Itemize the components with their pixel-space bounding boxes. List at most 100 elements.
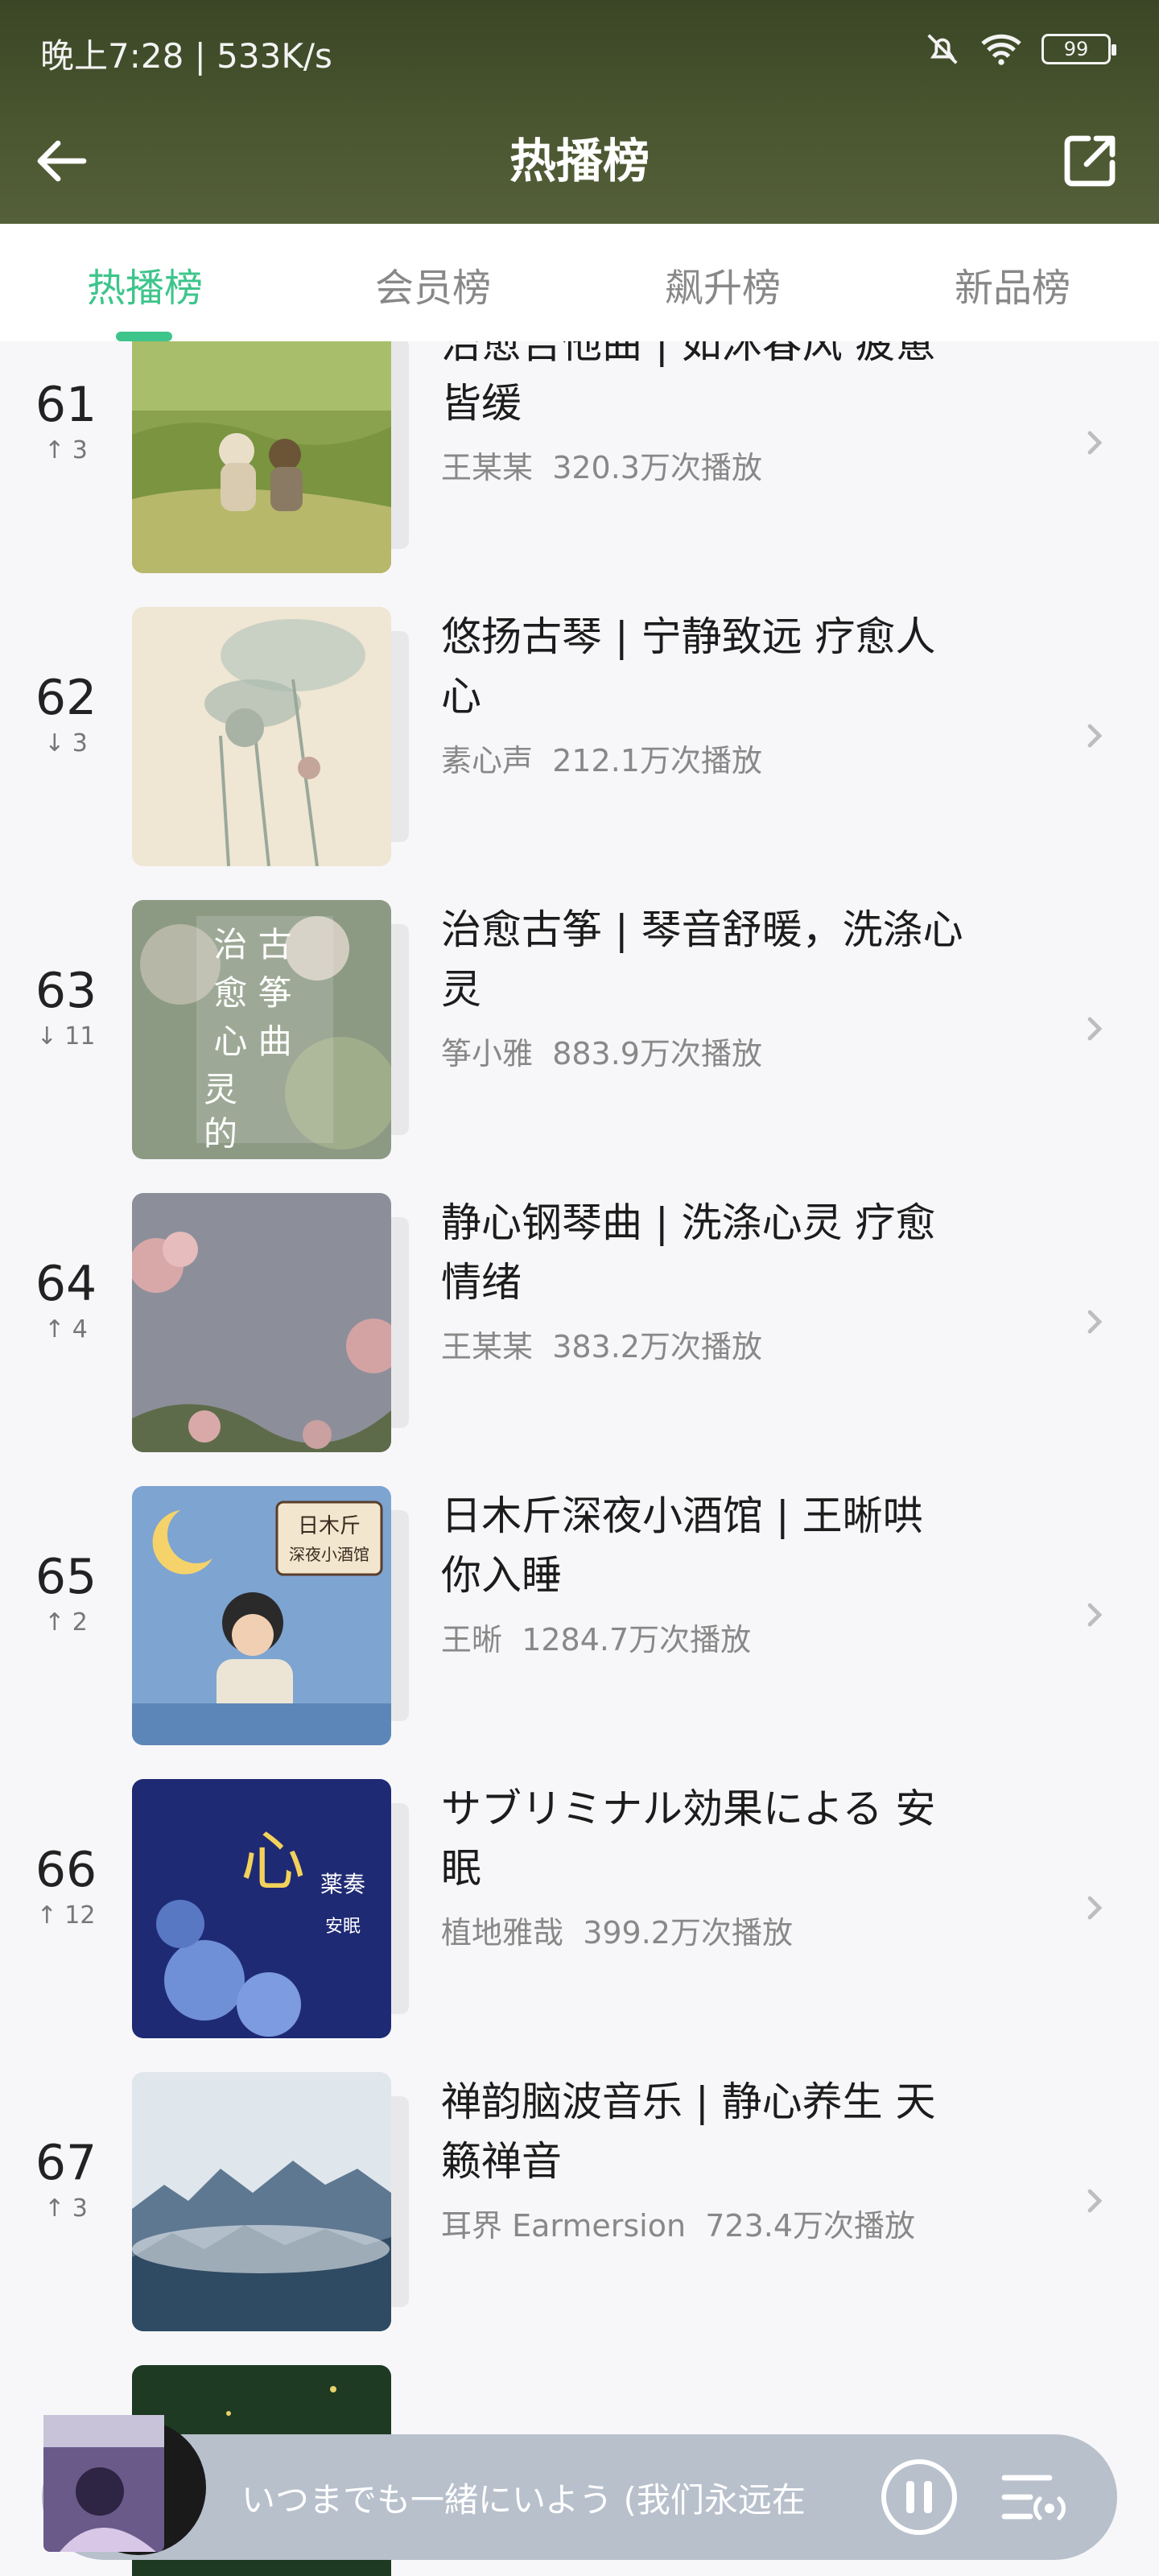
trend-indicator: ↑ 12 [36, 1901, 96, 1930]
svg-text:心 曲: 心 曲 [213, 1022, 291, 1061]
svg-text:日木斤: 日木斤 [298, 1514, 361, 1538]
song-title-line1: 静心钢琴曲 | 洗涤心灵 疗愈 [441, 1199, 936, 1246]
song-meta: 王某某 320.3万次播放 [441, 443, 762, 487]
song-title-line1: 日木斤深夜小酒馆 | 王晰哄 [441, 1492, 923, 1539]
svg-text:心: 心 [241, 1824, 305, 1899]
play-count: 723.4万次播放 [705, 2208, 916, 2244]
playlist-icon[interactable] [998, 2465, 1070, 2529]
rank-number: 61 [35, 377, 97, 433]
tab-bar: 热播榜 会员榜 飙升榜 新品榜 [0, 224, 1159, 341]
song-title-line2: 情绪 [441, 1259, 522, 1306]
artist-name: 素心声 [441, 743, 534, 778]
tab-hot[interactable]: 热播榜 [64, 256, 225, 312]
share-icon[interactable] [1058, 129, 1122, 193]
trend-indicator: ↓ 3 [44, 729, 88, 758]
rank-number: 64 [35, 1256, 97, 1312]
svg-text:深夜小酒馆: 深夜小酒馆 [289, 1545, 369, 1564]
song-meta: 植地雅哉 399.2万次播放 [441, 1908, 793, 1952]
svg-text:安眠: 安眠 [325, 1917, 361, 1937]
artist-name: 耳界 Earmersion [441, 2208, 687, 2244]
cover-image [132, 2072, 391, 2331]
cover-art [132, 1193, 414, 1452]
cover-image: 心 薬奏 安眠 [132, 1779, 391, 2038]
battery-level: 99 [1063, 38, 1089, 60]
trend-indicator: ↓ 11 [36, 1022, 96, 1051]
cover-image: 日木斤 深夜小酒馆 [132, 1486, 391, 1745]
play-count: 383.2万次播放 [552, 1329, 762, 1364]
status-time: 晚上7:28 | 533K/s [40, 36, 332, 76]
battery-indicator: 99 [1041, 34, 1116, 64]
tab-vip[interactable]: 会员榜 [353, 256, 514, 312]
song-title-line1: 悠扬古琴 | 宁静致远 疗愈人 [441, 613, 936, 660]
cover-image [132, 341, 391, 573]
cover-art: 治 古 愈 筝 心 曲 灵 的 [132, 900, 414, 1159]
chevron-right-icon [1087, 1017, 1103, 1041]
now-playing-title: いつまでも一緒にいよう (我们永远在 [241, 2480, 806, 2520]
list-item[interactable]: 61 ↑ 3 治愈吉他曲 | 如沐春风 疲惫 皆缓 王某某 320.3万次播放 [0, 341, 1159, 591]
song-meta: 王晰 1284.7万次播放 [441, 1615, 751, 1659]
cover-art [132, 341, 414, 573]
chevron-right-icon [1087, 1310, 1103, 1334]
chevron-right-icon [1087, 431, 1103, 455]
svg-text:愈 筝: 愈 筝 [213, 973, 291, 1013]
play-count: 1284.7万次播放 [522, 1622, 752, 1657]
list-item[interactable]: 62 ↓ 3 悠扬古琴 | 宁静致远 疗愈人 心 素心声 212.1万次播放 [0, 591, 1159, 884]
tab-rising[interactable]: 飙升榜 [642, 256, 803, 312]
cover-image [132, 1193, 391, 1452]
pause-icon[interactable] [879, 2457, 959, 2537]
status-icons: 99 [924, 31, 1116, 68]
rank-number: 65 [35, 1549, 97, 1605]
cover-art: 心 薬奏 安眠 [132, 1779, 414, 2038]
play-count: 883.9万次播放 [552, 1036, 762, 1071]
wifi-icon [981, 34, 1021, 65]
album-disc[interactable] [43, 2415, 212, 2560]
song-meta: 王某某 383.2万次播放 [441, 1322, 762, 1366]
song-meta: 素心声 212.1万次播放 [441, 736, 762, 780]
rank-number: 66 [35, 1842, 97, 1898]
list-item[interactable]: 67 ↑ 3 禅韵脑波音乐 | 静心养生 天 籁禅音 耳界 Earmersion… [0, 2056, 1159, 2349]
rank-number: 63 [35, 963, 97, 1019]
cover-art [132, 607, 414, 866]
song-meta: 耳界 Earmersion 723.4万次播放 [441, 2201, 915, 2245]
tab-new[interactable]: 新品榜 [932, 256, 1093, 312]
rank-number: 67 [35, 2135, 97, 2191]
artist-name: 筝小雅 [441, 1036, 534, 1071]
trend-indicator: ↑ 3 [44, 436, 88, 464]
svg-text:的: 的 [204, 1114, 237, 1154]
artist-name: 植地雅哉 [441, 1915, 564, 1951]
cover-art: 日木斤 深夜小酒馆 [132, 1486, 414, 1745]
chevron-right-icon [1087, 724, 1103, 748]
list-item[interactable]: 65 ↑ 2 日木斤 深夜小酒馆 日木斤深夜小酒馆 | 王晰哄 你入睡 王晰 1… [0, 1470, 1159, 1763]
song-title-line2: 你入睡 [441, 1552, 562, 1599]
play-count: 399.2万次播放 [583, 1915, 793, 1951]
play-count: 212.1万次播放 [552, 743, 762, 778]
list-item[interactable]: 66 ↑ 12 心 薬奏 安眠 サブリミナル効果による 安 眠 植地雅哉 399… [0, 1763, 1159, 2056]
trend-indicator: ↑ 3 [44, 2194, 88, 2223]
status-bar: 晚上7:28 | 533K/s 99 [0, 0, 1159, 97]
song-list: 61 ↑ 3 治愈吉他曲 | 如沐春风 疲惫 皆缓 王某某 320.3万次播放 … [0, 341, 1159, 2576]
cover-image: 治 古 愈 筝 心 曲 灵 的 [132, 900, 391, 1159]
list-item[interactable]: 64 ↑ 4 静心钢琴曲 | 洗涤心灵 疗愈 情绪 王某某 383.2万次播放 [0, 1177, 1159, 1470]
song-title-line1: 治愈吉他曲 | 如沐春风 疲惫 [441, 341, 936, 367]
artist-name: 王晰 [441, 1622, 503, 1657]
song-title-line2: 眠 [441, 1845, 481, 1892]
song-title-line2: 皆缓 [441, 380, 522, 427]
active-tab-indicator [116, 332, 172, 341]
song-title-line1: サブリミナル効果による 安 [441, 1785, 936, 1832]
list-item[interactable]: 63 ↓ 11 治 古 愈 筝 心 曲 灵 的 治愈古筝 | 琴音舒暖，洗涤心 … [0, 884, 1159, 1177]
chevron-right-icon [1087, 1896, 1103, 1920]
svg-text:薬奏: 薬奏 [320, 1871, 365, 1897]
svg-text:灵: 灵 [204, 1070, 237, 1109]
chevron-right-icon [1087, 2189, 1103, 2213]
page-title: 热播榜 [509, 134, 650, 188]
chevron-right-icon [1087, 1603, 1103, 1627]
song-title-line2: 灵 [441, 966, 481, 1013]
artist-name: 王某某 [441, 1329, 534, 1364]
play-count: 320.3万次播放 [552, 450, 762, 485]
song-title-line1: 禅韵脑波音乐 | 静心养生 天 [441, 2079, 936, 2125]
trend-indicator: ↑ 2 [44, 1608, 88, 1637]
song-meta: 筝小雅 883.9万次播放 [441, 1029, 762, 1073]
svg-text:治 古: 治 古 [213, 925, 291, 964]
cover-image [132, 607, 391, 866]
song-title-line2: 籁禅音 [441, 2138, 562, 2185]
